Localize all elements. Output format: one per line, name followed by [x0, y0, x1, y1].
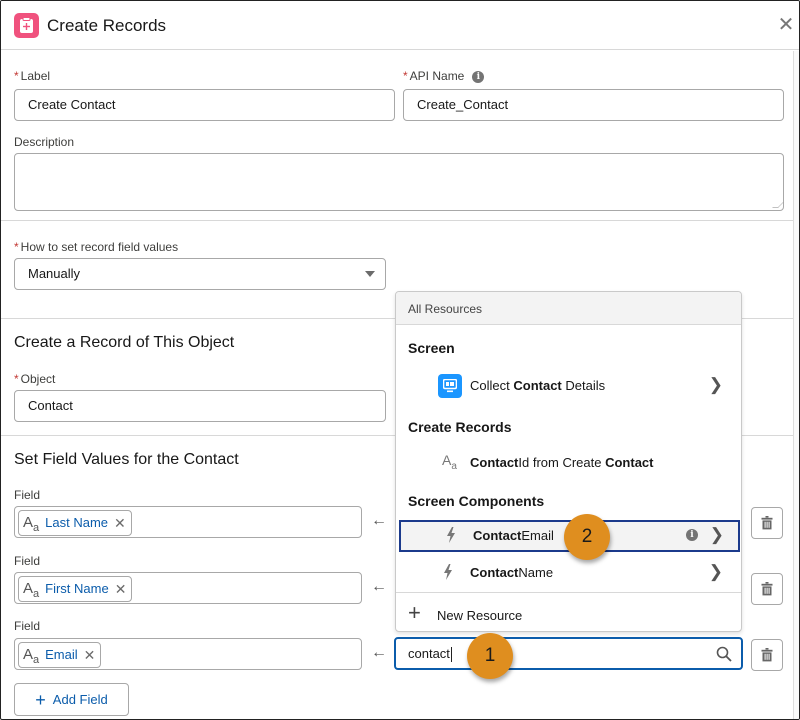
- text-type-icon: Aa: [23, 513, 40, 534]
- bolt-icon: [444, 564, 452, 580]
- field-pill-label: Last Name: [45, 515, 109, 530]
- field-pill: Aa First Name ✕: [18, 574, 133, 604]
- resource-item-label: ContactName: [470, 565, 554, 580]
- field-pill-label: First Name: [45, 581, 109, 596]
- field-combobox[interactable]: Aa Last Name ✕: [14, 506, 362, 538]
- remove-icon[interactable]: ✕: [84, 640, 96, 670]
- chevron-right-icon[interactable]: ❯: [709, 375, 723, 395]
- callout-badge-1: 1: [467, 633, 513, 679]
- bolt-icon: [447, 527, 455, 543]
- chevron-down-icon: [365, 271, 375, 277]
- search-icon: [716, 646, 732, 662]
- resource-search-input[interactable]: contact: [394, 637, 743, 670]
- field-values-mode-label: * How to set record field values: [14, 240, 179, 254]
- label-input[interactable]: Create Contact: [14, 89, 395, 121]
- close-button[interactable]: ✕: [777, 15, 795, 35]
- dropdown-divider: [396, 592, 741, 593]
- field-pill-label: Email: [45, 647, 78, 662]
- section-divider: [1, 435, 395, 436]
- arrow-left-icon: ←: [371, 644, 387, 661]
- section-divider: [742, 435, 795, 436]
- delete-row-button[interactable]: [751, 573, 783, 605]
- trash-icon: [761, 516, 773, 530]
- resource-item-contactname[interactable]: ContactName ❯: [396, 557, 741, 589]
- section-divider: [742, 318, 795, 319]
- plus-icon: +: [408, 600, 421, 625]
- group-heading: Create Records: [408, 419, 512, 435]
- create-record-icon: [14, 13, 39, 38]
- arrow-left-icon: ←: [371, 512, 387, 529]
- text-type-icon: Aa: [23, 579, 40, 600]
- remove-icon[interactable]: ✕: [114, 508, 126, 538]
- arrow-left-icon: ←: [371, 578, 387, 595]
- modal-header: Create Records ✕: [1, 1, 799, 50]
- field-pill: Aa Email ✕: [18, 640, 102, 670]
- description-textarea[interactable]: [14, 153, 784, 211]
- field-label: Field: [14, 488, 41, 502]
- api-name-field-label: * API Name i: [403, 69, 485, 83]
- chevron-right-icon[interactable]: ❯: [710, 525, 724, 545]
- field-pill: Aa Last Name ✕: [18, 510, 132, 536]
- section-divider: [1, 220, 795, 221]
- chevron-right-icon[interactable]: ❯: [709, 562, 723, 582]
- screen-icon: [438, 374, 462, 398]
- plus-icon: +: [35, 689, 46, 710]
- delete-row-button[interactable]: [751, 507, 783, 539]
- resource-item-collect-contact-details[interactable]: Collect Contact Details ❯: [396, 370, 741, 402]
- info-icon[interactable]: i: [686, 529, 698, 541]
- scrollbar[interactable]: [793, 51, 799, 719]
- field-combobox[interactable]: Aa First Name ✕: [14, 572, 362, 604]
- modal-title: Create Records: [47, 16, 167, 35]
- label-field-label: * Label: [14, 69, 51, 83]
- group-heading: Screen: [408, 340, 455, 356]
- close-icon: ✕: [777, 14, 795, 36]
- resource-picker-dropdown: All Resources Screen Collect Contact Det…: [395, 291, 742, 632]
- api-name-input[interactable]: Create_Contact: [403, 89, 784, 121]
- field-values-mode-select[interactable]: Manually: [14, 258, 386, 290]
- section-divider: [1, 318, 395, 319]
- resize-grip-icon[interactable]: [772, 202, 784, 208]
- resource-item-label: ContactEmail: [473, 528, 554, 543]
- new-resource-button[interactable]: + New Resource: [396, 597, 741, 631]
- delete-row-button[interactable]: [751, 639, 783, 671]
- text-type-icon: Aa: [23, 645, 40, 666]
- field-label: Field: [14, 619, 41, 633]
- dropdown-header: All Resources: [396, 292, 741, 325]
- resource-item-label: ContactId from Create Contact: [470, 455, 654, 470]
- trash-icon: [761, 648, 773, 662]
- text-cursor: [450, 647, 452, 663]
- add-field-button[interactable]: + Add Field: [14, 683, 129, 716]
- trash-icon: [761, 582, 773, 596]
- description-field-label: Description: [14, 135, 75, 149]
- callout-badge-2: 2: [564, 514, 610, 560]
- resource-item-label: Collect Contact Details: [470, 378, 606, 393]
- info-icon[interactable]: i: [472, 70, 485, 83]
- remove-icon[interactable]: ✕: [115, 574, 127, 604]
- field-combobox[interactable]: Aa Email ✕: [14, 638, 362, 670]
- create-records-modal: Create Records ✕ * Label Create Contact *…: [0, 0, 800, 720]
- text-type-icon: Aa: [442, 452, 457, 472]
- field-label: Field: [14, 554, 41, 568]
- object-input[interactable]: Contact: [14, 390, 386, 422]
- object-section-title: Create a Record of This Object: [14, 334, 235, 351]
- field-values-section-title: Set Field Values for the Contact: [14, 451, 239, 468]
- object-field-label: * Object: [14, 372, 56, 386]
- group-heading: Screen Components: [408, 493, 545, 509]
- resource-item-contactid[interactable]: Aa ContactId from Create Contact: [396, 447, 741, 479]
